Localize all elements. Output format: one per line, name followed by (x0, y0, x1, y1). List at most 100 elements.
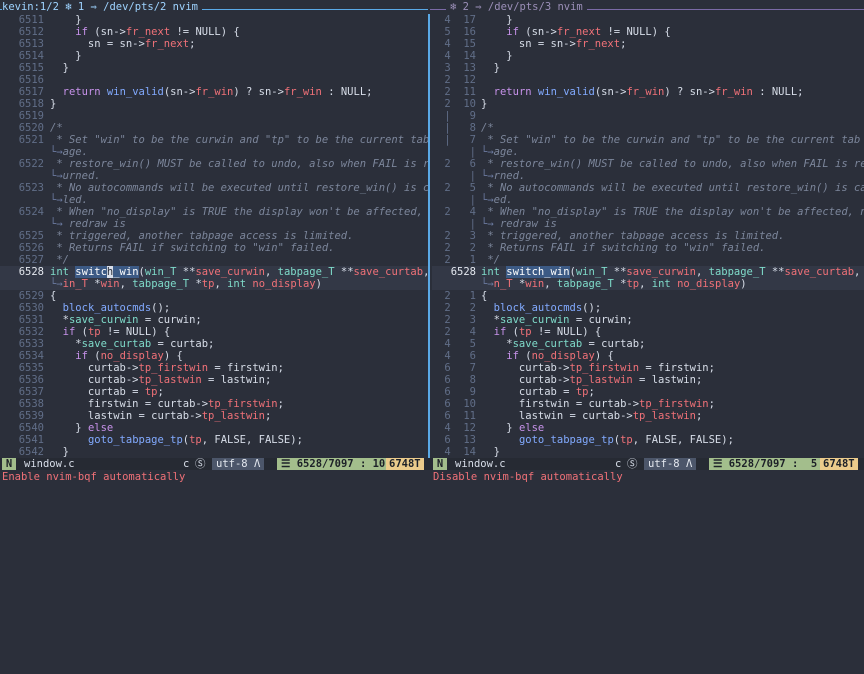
code-line[interactable]: 6 8 curtab->tp_lastwin = lastwin; (432, 374, 864, 386)
code-line[interactable]: 6512 if (sn->fr_next != NULL) { (0, 26, 428, 38)
code-line[interactable]: 6532 if (tp != NULL) { (0, 326, 428, 338)
code-line[interactable]: 6523 * No autocommands will be executed … (0, 182, 428, 194)
code-line[interactable]: 4 6 if (no_display) { (432, 350, 864, 362)
code-line[interactable]: 6528 int switch_win(win_T **save_curwin, … (432, 266, 864, 278)
code-line[interactable]: 6513 sn = sn->fr_next; (0, 38, 428, 50)
code-line[interactable]: 6519 (0, 110, 428, 122)
code-text: └→ed. (481, 194, 513, 206)
code-line[interactable]: 6541 goto_tabpage_tp(tp, FALSE, FALSE); (0, 434, 428, 446)
command-line[interactable]: Enable nvim-bqf automatically Disable nv… (0, 470, 864, 486)
code-line[interactable]: 2 3 * triggered, another tabpage access … (432, 230, 864, 242)
code-text: /* (50, 122, 63, 134)
line-number: 2 5 (444, 182, 476, 194)
wrapped-code-line[interactable]: | └→ed. (432, 194, 864, 206)
wrapped-code-line[interactable]: └→ redraw is (0, 218, 428, 230)
code-line[interactable]: 6537 curtab = tp; (0, 386, 428, 398)
code-line[interactable]: 6524 * When "no_display" is TRUE the dis… (0, 206, 428, 218)
cmdline-message-left: Enable nvim-bqf automatically (2, 471, 186, 483)
terminal-screen: kevin:1/2 ❄ 1 ⇒ /dev/pts/2 nvim ❄ 2 ⇒ /d… (0, 0, 864, 486)
code-line[interactable]: 6521 * Set "win" to be the curwin and "t… (0, 134, 428, 146)
code-line[interactable]: 6 9 curtab = tp; (432, 386, 864, 398)
code-line[interactable]: 6534 if (no_display) { (0, 350, 428, 362)
code-line[interactable]: | 9 (432, 110, 864, 122)
code-line[interactable]: 6525 * triggered, another tabpage access… (0, 230, 428, 242)
code-line[interactable]: 6 10 firstwin = curtab->tp_firstwin; (432, 398, 864, 410)
mode-indicator-left: N (2, 458, 16, 470)
code-line[interactable]: 6514 } (0, 50, 428, 62)
wrapped-code-line[interactable]: | └→ redraw is (432, 218, 864, 230)
code-line[interactable]: 4 14 } (432, 50, 864, 62)
code-line[interactable]: 4 12 } else (432, 422, 864, 434)
code-line[interactable]: 2 2 block_autocmds(); (432, 302, 864, 314)
code-line[interactable]: | 7 * Set "win" to be the curwin and "tp… (432, 134, 864, 146)
code-text: * Set "win" to be the curwin and "tp" to… (50, 134, 428, 146)
wrapped-code-line[interactable]: └→led. (0, 194, 428, 206)
code-line[interactable]: 6531 *save_curwin = curwin; (0, 314, 428, 326)
code-line[interactable]: 6520 /* (0, 122, 428, 134)
code-line[interactable]: 6539 lastwin = curtab->tp_lastwin; (0, 410, 428, 422)
wrapped-code-line[interactable]: └→urned. (0, 170, 428, 182)
code-line[interactable]: 6538 firstwin = curtab->tp_firstwin; (0, 398, 428, 410)
line-number: 3 13 (444, 62, 476, 74)
code-line[interactable]: 2 3 *save_curwin = curwin; (432, 314, 864, 326)
code-line[interactable]: 6528 int switch_win(win_T **save_curwin, … (0, 266, 428, 278)
code-line[interactable]: 6530 block_autocmds(); (0, 302, 428, 314)
wrapped-code-line[interactable]: └→in_T *win, tabpage_T *tp, int no_displ… (0, 278, 428, 290)
code-line[interactable]: 4 14 } (432, 446, 864, 458)
wrapped-code-line[interactable]: | └→rned. (432, 170, 864, 182)
line-number: 6520 (18, 122, 44, 134)
code-line[interactable]: 6516 (0, 74, 428, 86)
code-line[interactable]: 6 7 curtab->tp_firstwin = firstwin; (432, 362, 864, 374)
wrapped-code-line[interactable]: └→n_T *win, tabpage_T *tp, int no_displa… (432, 278, 864, 290)
code-line[interactable]: 6518} (0, 98, 428, 110)
pane-divider[interactable] (428, 14, 430, 486)
code-line[interactable]: 5 16 if (sn->fr_next != NULL) { (432, 26, 864, 38)
code-line[interactable]: 6540 } else (0, 422, 428, 434)
right-editor-pane[interactable]: 4 17 } 5 16 if (sn->fr_next != NULL) {4 1… (432, 14, 864, 458)
code-line[interactable]: 6529 { (0, 290, 428, 302)
code-line[interactable]: 6536 curtab->tp_lastwin = lastwin; (0, 374, 428, 386)
code-line[interactable]: 6542 } (0, 446, 428, 458)
code-line[interactable]: | 8 /* (432, 122, 864, 134)
code-line[interactable]: 6533 *save_curtab = curtab; (0, 338, 428, 350)
line-number: 6538 (18, 398, 44, 410)
wrapped-code-line[interactable]: | └→age. (432, 146, 864, 158)
wrapped-code-line[interactable]: └→age. (0, 146, 428, 158)
code-line[interactable]: 6511 } (0, 14, 428, 26)
code-line[interactable]: 2 1 { (432, 290, 864, 302)
code-line[interactable]: 3 13 } (432, 62, 864, 74)
code-line[interactable]: 6 11 lastwin = curtab->tp_lastwin; (432, 410, 864, 422)
line-number: 6514 (18, 50, 44, 62)
left-pane-title-bar[interactable]: kevin:1/2 ❄ 1 ⇒ /dev/pts/2 nvim (0, 0, 428, 14)
line-number: | (469, 170, 476, 182)
code-line[interactable]: 6535 curtab->tp_firstwin = firstwin; (0, 362, 428, 374)
code-line[interactable]: 2 4 if (tp != NULL) { (432, 326, 864, 338)
code-line[interactable]: 6527 */ (0, 254, 428, 266)
code-line[interactable]: 6522 * restore_win() MUST be called to u… (0, 158, 428, 170)
code-line[interactable]: 6517 return win_valid(sn->fr_win) ? sn->… (0, 86, 428, 98)
code-line[interactable]: 2 5 * No autocommands will be executed u… (432, 182, 864, 194)
code-line[interactable]: 4 15 sn = sn->fr_next; (432, 38, 864, 50)
code-line[interactable]: 2 1 */ (432, 254, 864, 266)
filetype-left: c (183, 458, 190, 470)
code-line[interactable]: 2 10} (432, 98, 864, 110)
code-line[interactable]: 2 4 * When "no_display" is TRUE the disp… (432, 206, 864, 218)
line-number: 4 15 (444, 38, 476, 50)
code-line[interactable]: 2 11 return win_valid(sn->fr_win) ? sn->… (432, 86, 864, 98)
code-line[interactable]: 6 13 goto_tabpage_tp(tp, FALSE, FALSE); (432, 434, 864, 446)
code-line[interactable]: 2 12 (432, 74, 864, 86)
left-editor-pane[interactable]: 6511 } 6512 if (sn->fr_next != NULL) {651… (0, 14, 428, 458)
code-text: * No autocommands will be executed until… (50, 182, 428, 194)
code-line[interactable]: 6515 } (0, 62, 428, 74)
line-number: 6529 (18, 290, 44, 302)
code-line[interactable]: 4 17 } (432, 14, 864, 26)
code-line[interactable]: 4 5 *save_curtab = curtab; (432, 338, 864, 350)
code-text: └→urned. (50, 170, 101, 182)
line-number: 2 1 (444, 254, 476, 266)
line-number: 6535 (18, 362, 44, 374)
code-text: firstwin = curtab->tp_firstwin; (481, 398, 715, 410)
code-line[interactable]: 6526 * Returns FAIL if switching to "win… (0, 242, 428, 254)
code-line[interactable]: 2 2 * Returns FAIL if switching to "win"… (432, 242, 864, 254)
right-pane-title-bar[interactable]: ❄ 2 ⇒ /dev/pts/3 nvim (430, 0, 864, 14)
code-line[interactable]: 2 6 * restore_win() MUST be called to un… (432, 158, 864, 170)
